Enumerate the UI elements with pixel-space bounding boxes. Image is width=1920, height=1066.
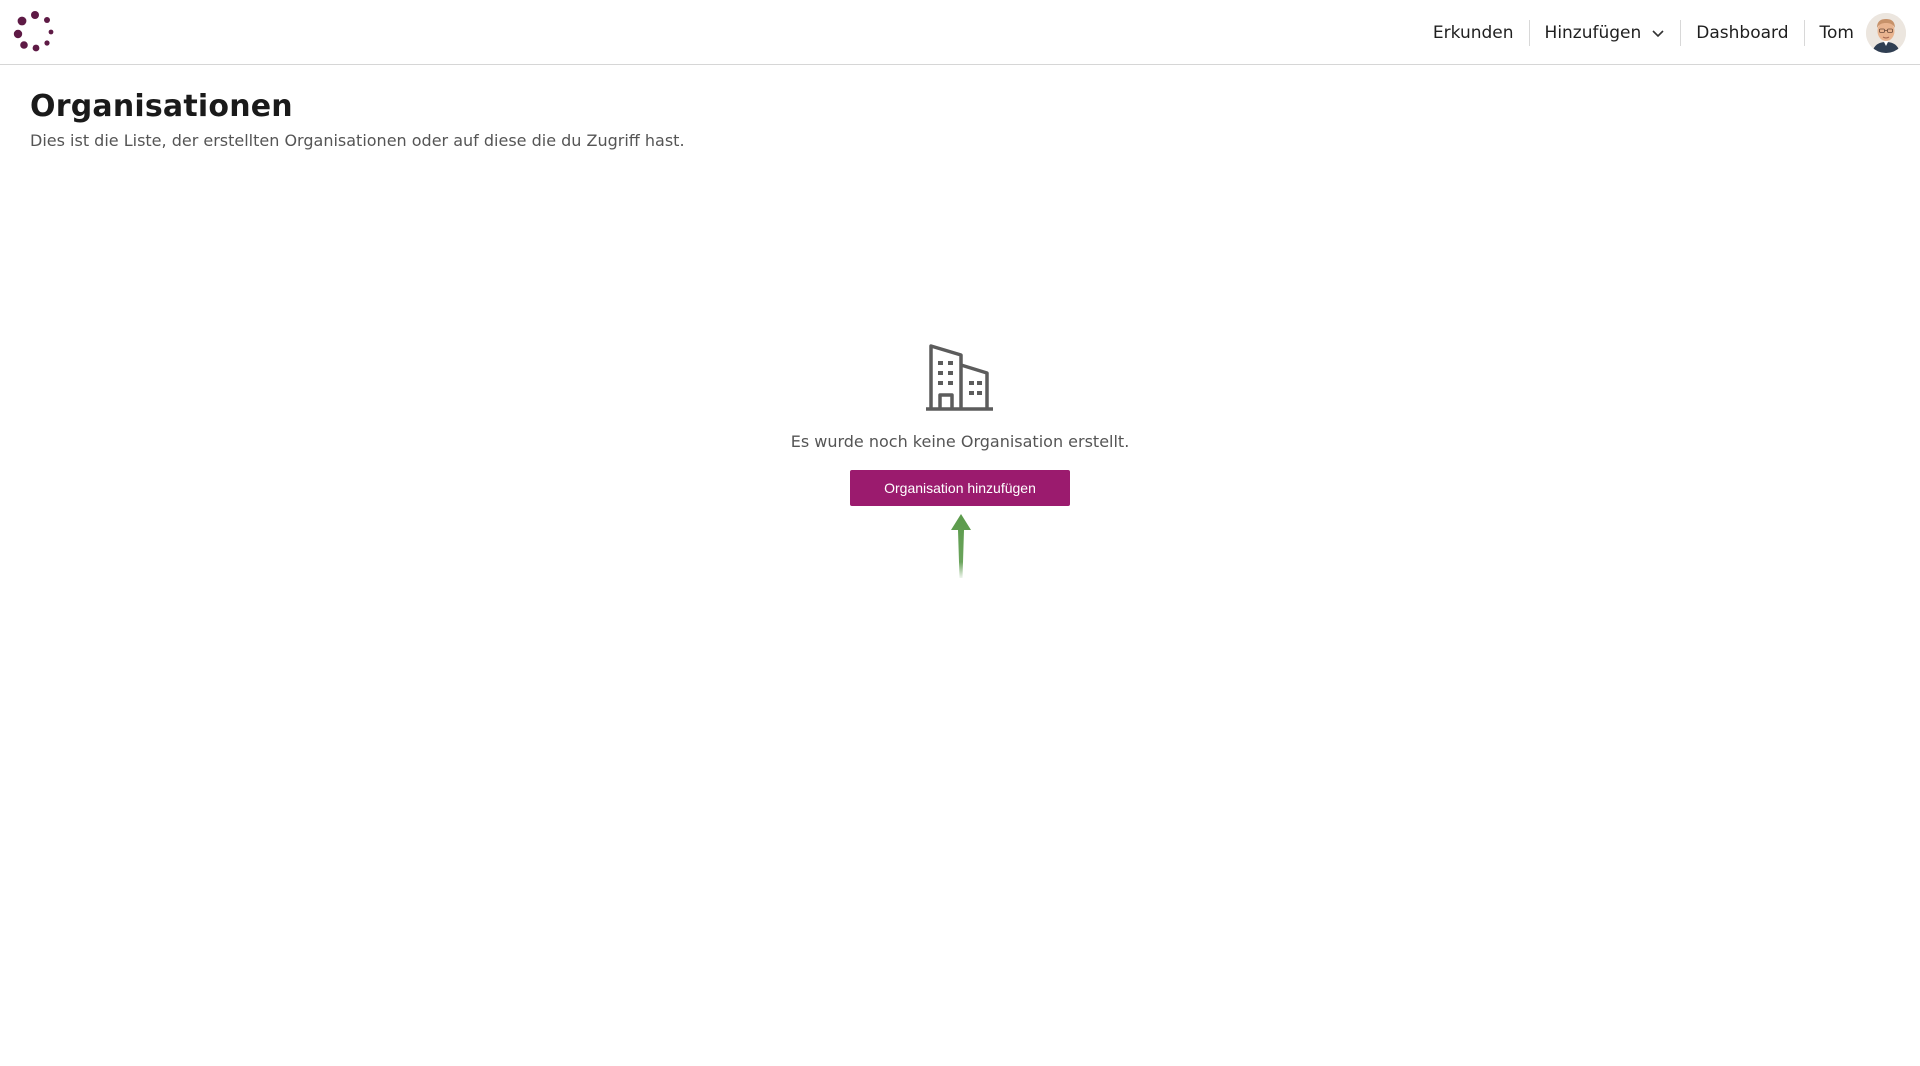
avatar[interactable]: [1866, 12, 1906, 53]
nav-explore[interactable]: Erkunden: [1418, 21, 1529, 45]
nav-add-label: Hinzufügen: [1544, 22, 1642, 43]
logo-icon[interactable]: [12, 10, 58, 56]
top-bar: Erkunden Hinzufügen Dashboard Tom: [0, 0, 1920, 65]
user-name: Tom: [1819, 22, 1854, 43]
main-nav: Erkunden Hinzufügen Dashboard Tom: [1418, 0, 1906, 65]
arrow-up-icon: [951, 514, 971, 578]
empty-state: Es wurde noch keine Organisation erstell…: [0, 343, 1920, 506]
nav-add-dropdown[interactable]: Hinzufügen: [1530, 21, 1681, 45]
page-subtitle: Dies ist die Liste, der erstellten Organ…: [30, 131, 685, 150]
add-organisation-button[interactable]: Organisation hinzufügen: [850, 470, 1070, 506]
nav-explore-label: Erkunden: [1432, 22, 1514, 43]
user-menu[interactable]: Tom: [1805, 12, 1906, 53]
chevron-down-icon: [1652, 29, 1664, 37]
user-avatar-icon: [1866, 12, 1906, 53]
nav-dashboard[interactable]: Dashboard: [1681, 21, 1803, 45]
page-title: Organisationen: [30, 89, 293, 124]
empty-state-message: Es wurde noch keine Organisation erstell…: [790, 432, 1130, 451]
nav-dashboard-label: Dashboard: [1696, 22, 1789, 43]
building-icon: [926, 344, 993, 411]
